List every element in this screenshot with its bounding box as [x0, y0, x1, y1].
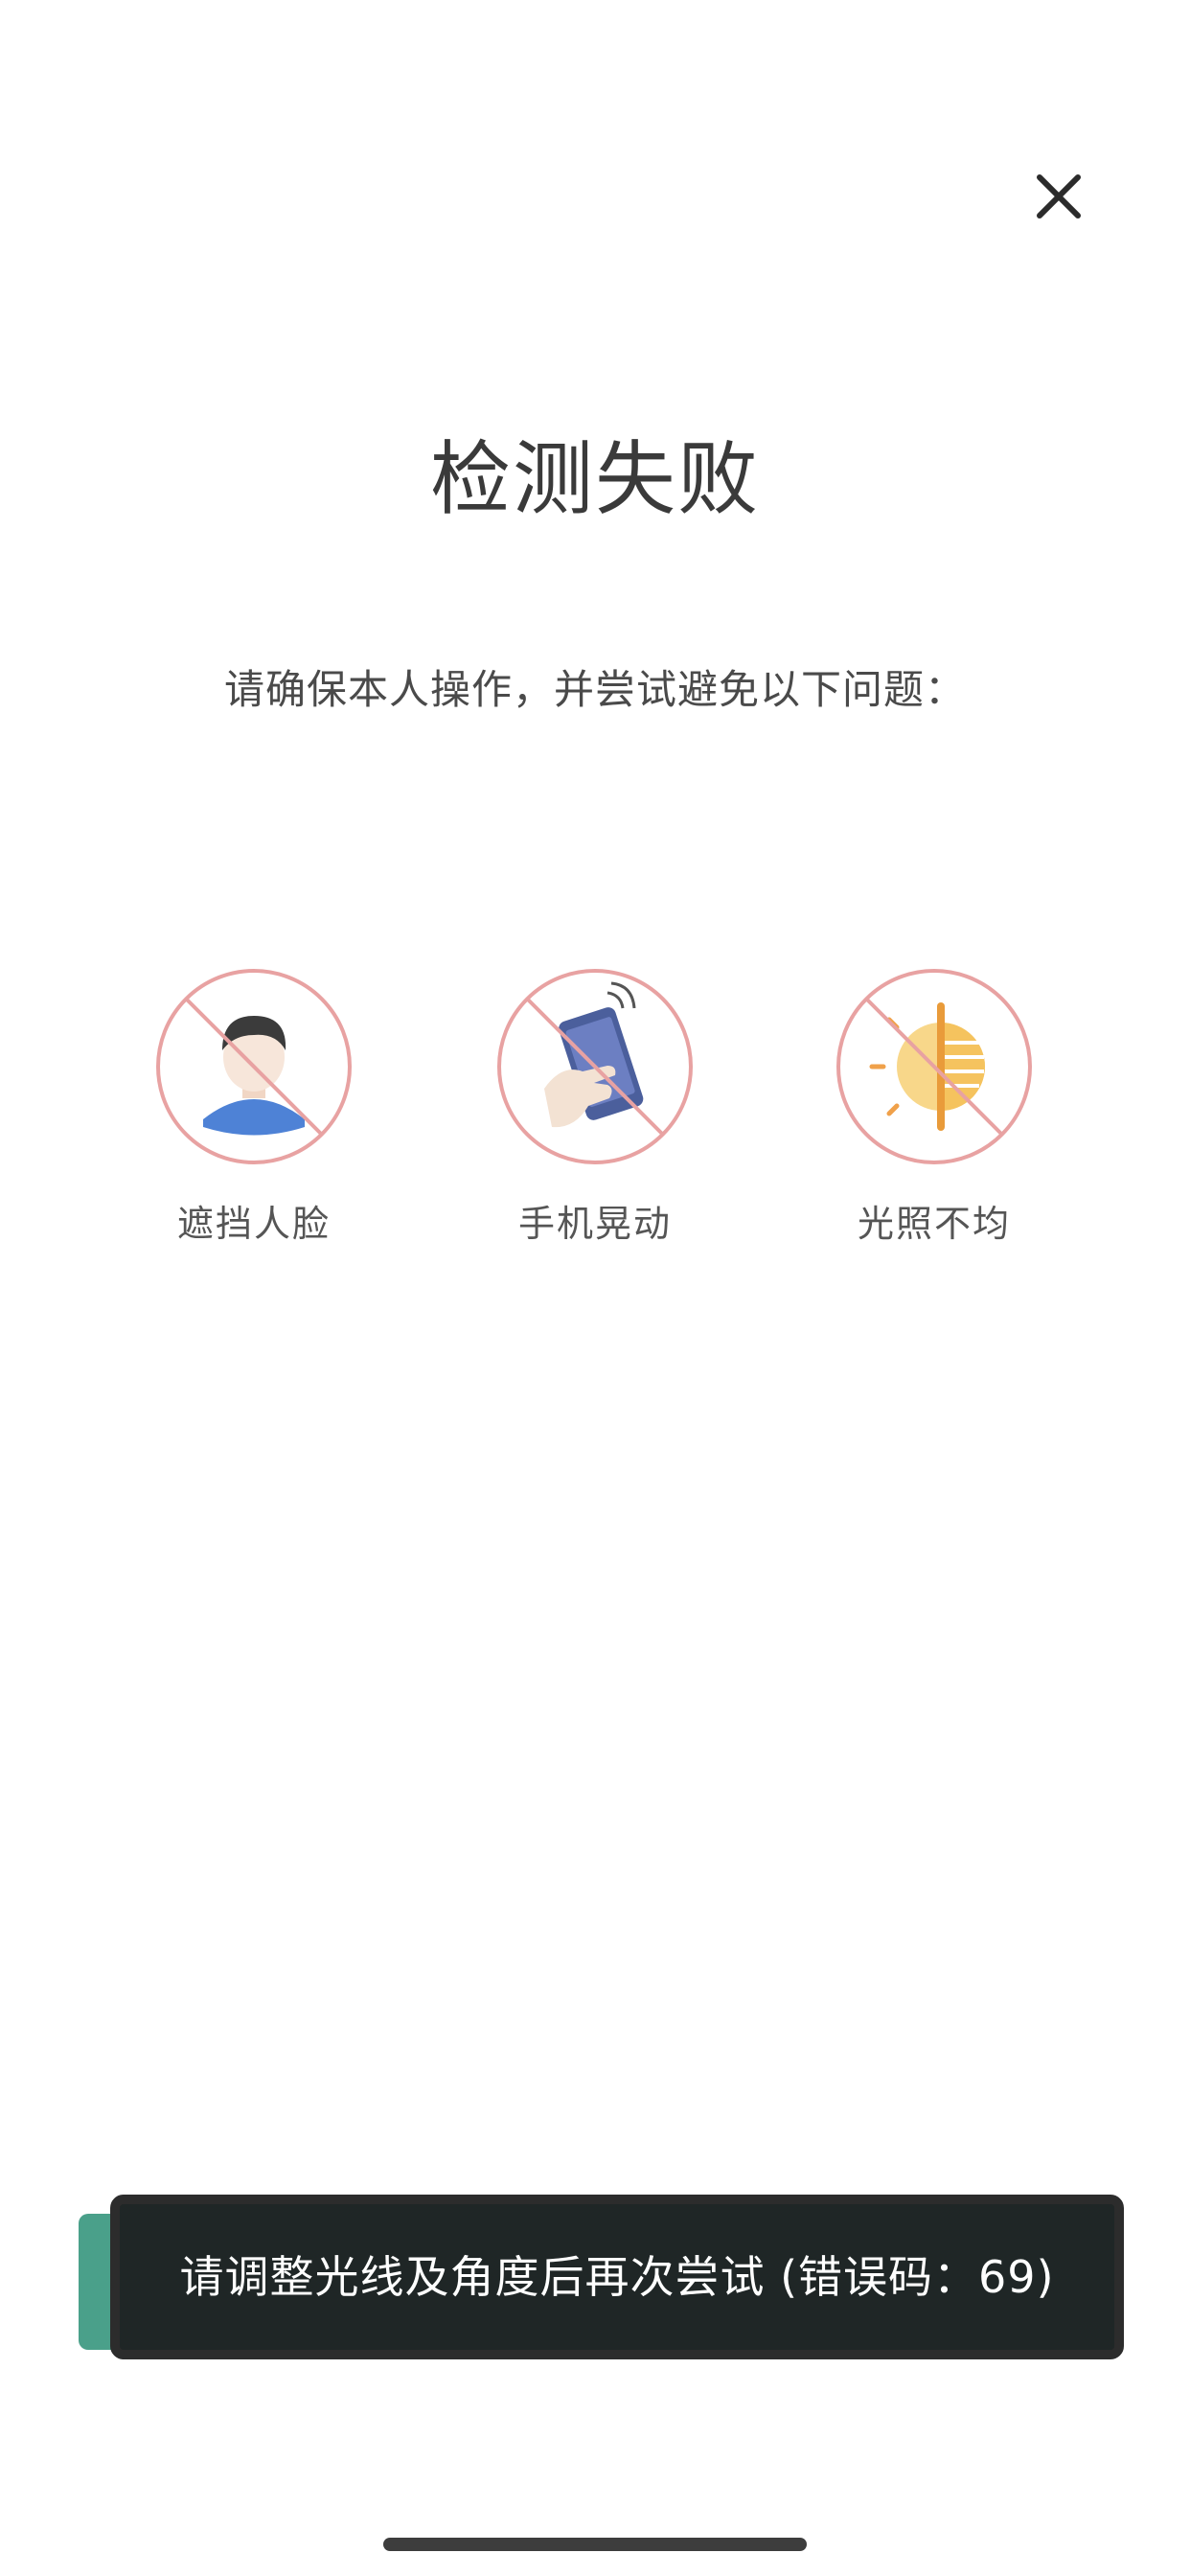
uneven-light-icon	[836, 969, 1032, 1164]
tip-label: 手机晃动	[517, 1203, 672, 1245]
tip-label: 光照不均	[857, 1203, 1011, 1245]
toast-message: 请调整光线及角度后再次尝试 (错误码：69)	[179, 2251, 1055, 2303]
page-title: 检测失败	[429, 432, 760, 526]
home-indicator[interactable]	[383, 2538, 807, 2551]
tip-phone-shaking: 手机晃动	[470, 966, 720, 1248]
tip-uneven-light: 光照不均	[810, 966, 1059, 1248]
close-button[interactable]	[1016, 153, 1102, 240]
tip-face-blocked: 遮挡人脸	[129, 966, 378, 1248]
instruction-text: 请确保本人操作，并尝试避免以下问题：	[223, 666, 966, 713]
error-toast: 请调整光线及角度后再次尝试 (错误码：69)	[110, 2195, 1124, 2359]
face-blocked-icon	[156, 969, 352, 1164]
phone-shaking-icon	[497, 969, 693, 1164]
close-icon	[1037, 174, 1081, 218]
tip-label: 遮挡人脸	[176, 1203, 331, 1245]
